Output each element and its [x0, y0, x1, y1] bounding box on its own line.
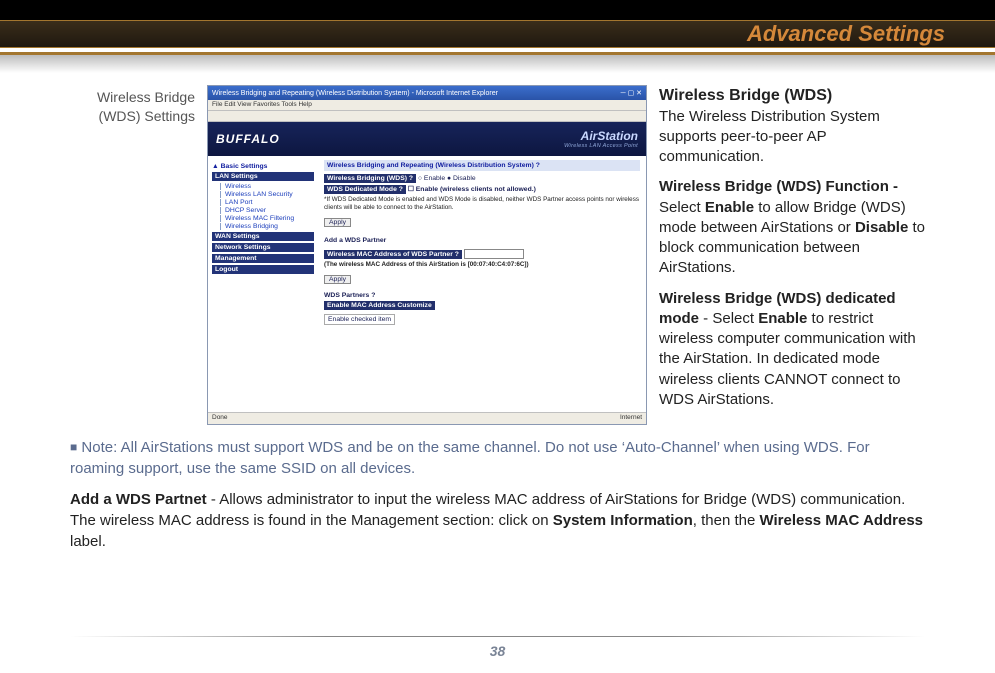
- partners-row[interactable]: Enable checked item: [324, 314, 395, 325]
- row-dedicated: WDS Dedicated Mode ?: [324, 185, 406, 194]
- sidebar-item[interactable]: Wireless MAC Filtering: [220, 215, 314, 222]
- toolbar[interactable]: [208, 111, 646, 122]
- note-line: ■ Note: All AirStations must support WDS…: [70, 437, 925, 479]
- figure-caption: Wireless Bridge (WDS) Settings: [70, 85, 195, 126]
- row-wds: Wireless Bridging (WDS) ?: [324, 174, 416, 183]
- embedded-screenshot: Wireless Bridging and Repeating (Wireles…: [207, 85, 647, 425]
- brand-bar: BUFFALO AirStation Wireless LAN Access P…: [208, 122, 646, 156]
- sidebar-item[interactable]: DHCP Server: [220, 207, 314, 214]
- sidebar-lan[interactable]: LAN Settings: [212, 172, 314, 181]
- mac-note: (The wireless MAC Address of this AirSta…: [324, 261, 640, 269]
- sidebar-network[interactable]: Network Settings: [212, 243, 314, 252]
- config-main: Wireless Bridging and Repeating (Wireles…: [318, 156, 646, 412]
- sidebar-basic[interactable]: ▲ Basic Settings: [212, 163, 314, 170]
- desc-heading: Wireless Bridge (WDS): [659, 87, 832, 104]
- desc-p1: The Wireless Distribution System support…: [659, 108, 880, 166]
- dedicated-note: *If WDS Dedicated Mode is enabled and WD…: [324, 196, 640, 212]
- section-partners: WDS Partners ?: [324, 292, 640, 299]
- apply-button-2[interactable]: Apply: [324, 275, 351, 284]
- status-right: Internet: [620, 414, 642, 423]
- description-column: Wireless Bridge (WDS) The Wireless Distr…: [659, 85, 925, 420]
- config-sidebar: ▲ Basic Settings LAN Settings Wireless W…: [208, 156, 318, 412]
- sidebar-item[interactable]: Wireless Bridging: [220, 223, 314, 230]
- apply-button[interactable]: Apply: [324, 218, 351, 227]
- panel-title: Wireless Bridging and Repeating (Wireles…: [324, 160, 640, 171]
- sidebar-item[interactable]: Wireless: [220, 183, 314, 190]
- sidebar-wan[interactable]: WAN Settings: [212, 232, 314, 241]
- brand-buffalo: BUFFALO: [216, 132, 280, 146]
- row-mac: Wireless MAC Address of WDS Partner ?: [324, 250, 462, 259]
- add-partner-paragraph: Add a WDS Partnet - Allows administrator…: [70, 489, 925, 552]
- page-title: Advanced Settings: [747, 21, 945, 47]
- section-add-partner: Add a WDS Partner: [324, 235, 640, 246]
- dedicated-option[interactable]: ☐ Enable (wireless clients not allowed.): [408, 186, 536, 193]
- brand-airstation: AirStation Wireless LAN Access Point: [564, 129, 638, 149]
- wds-options[interactable]: ○ Enable ● Disable: [418, 175, 476, 182]
- sidebar-item[interactable]: LAN Port: [220, 199, 314, 206]
- mac-input[interactable]: [464, 249, 524, 259]
- desc-p3: Wireless Bridge (WDS) dedicated mode - S…: [659, 289, 925, 411]
- header-band: Advanced Settings: [0, 0, 995, 75]
- desc-p2: Wireless Bridge (WDS) Function - Select …: [659, 177, 925, 278]
- window-controls[interactable]: ─ ▢ ✕: [621, 89, 642, 97]
- page-number: 38: [0, 643, 995, 659]
- lower-text: ■ Note: All AirStations must support WDS…: [70, 437, 925, 552]
- sidebar-management[interactable]: Management: [212, 254, 314, 263]
- footer-rule: [70, 636, 925, 637]
- sidebar-logout[interactable]: Logout: [212, 265, 314, 274]
- window-title: Wireless Bridging and Repeating (Wireles…: [212, 90, 498, 97]
- partners-table-header: Enable MAC Address Customize: [324, 301, 435, 310]
- status-left: Done: [212, 414, 228, 423]
- sidebar-item[interactable]: Wireless LAN Security: [220, 191, 314, 198]
- menu-bar[interactable]: File Edit View Favorites Tools Help: [208, 100, 646, 111]
